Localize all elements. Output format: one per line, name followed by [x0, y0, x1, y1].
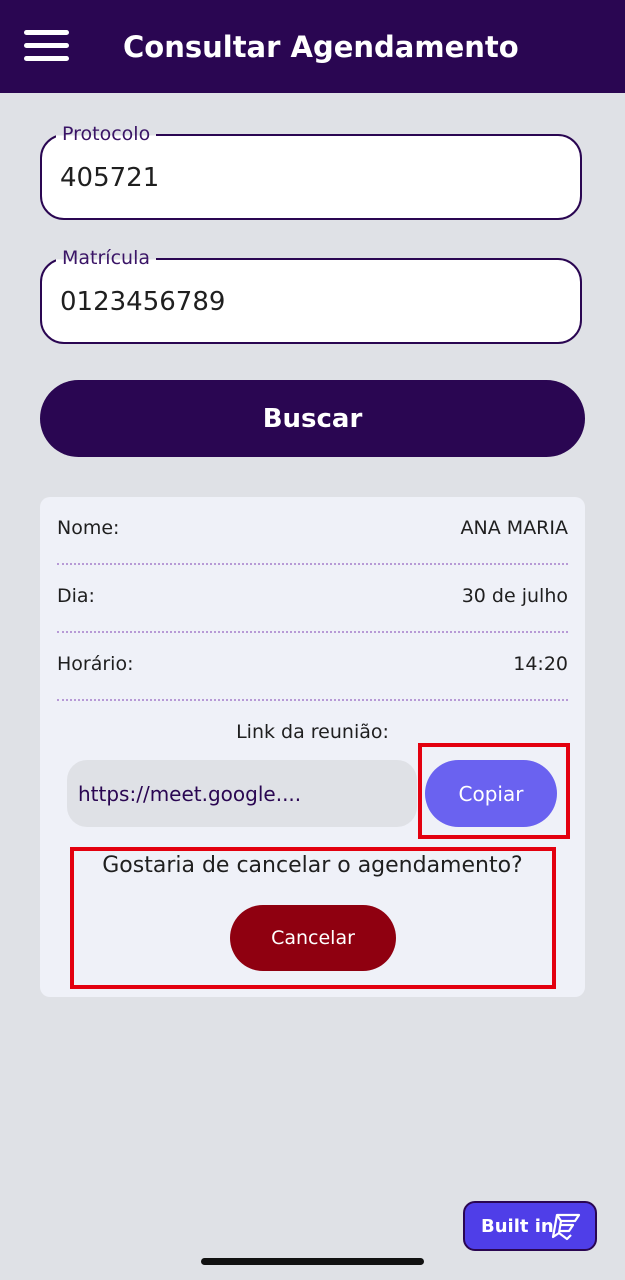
dia-label: Dia:	[57, 585, 95, 607]
cancel-question: Gostaria de cancelar o agendamento?	[102, 853, 523, 878]
divider	[57, 631, 568, 633]
result-card: Nome: ANA MARIA Dia: 30 de julho Horário…	[40, 497, 585, 997]
horario-row: Horário: 14:20	[57, 649, 568, 683]
built-in-label: Built in	[481, 1215, 554, 1237]
dia-value: 30 de julho	[461, 585, 568, 607]
built-in-badge[interactable]: Built in	[463, 1201, 597, 1251]
page-title: Consultar Agendamento	[123, 30, 519, 64]
horario-label: Horário:	[57, 653, 134, 675]
protocolo-label: Protocolo	[56, 121, 157, 147]
nome-value: ANA MARIA	[460, 517, 568, 539]
nome-row: Nome: ANA MARIA	[57, 513, 568, 547]
matricula-label: Matrícula	[56, 245, 156, 271]
horario-value: 14:20	[513, 653, 568, 675]
protocolo-value[interactable]: 405721	[60, 162, 159, 194]
protocolo-field[interactable]: Protocolo 405721	[40, 121, 582, 220]
search-button[interactable]: Buscar	[40, 380, 585, 457]
copy-button[interactable]: Copiar	[425, 760, 557, 827]
cancel-button[interactable]: Cancelar	[230, 905, 396, 971]
meeting-link-field[interactable]: https://meet.google....	[67, 760, 417, 827]
divider	[57, 699, 568, 701]
hamburger-menu-icon[interactable]	[24, 30, 69, 62]
matricula-field[interactable]: Matrícula 0123456789	[40, 245, 582, 344]
flutterflow-logo-icon	[551, 1213, 581, 1241]
nome-label: Nome:	[57, 517, 120, 539]
dia-row: Dia: 30 de julho	[57, 581, 568, 615]
matricula-value[interactable]: 0123456789	[60, 286, 225, 318]
home-indicator	[201, 1258, 424, 1265]
app-bar: Consultar Agendamento	[0, 0, 625, 93]
meeting-link-title: Link da reunião:	[236, 721, 389, 743]
divider	[57, 563, 568, 565]
